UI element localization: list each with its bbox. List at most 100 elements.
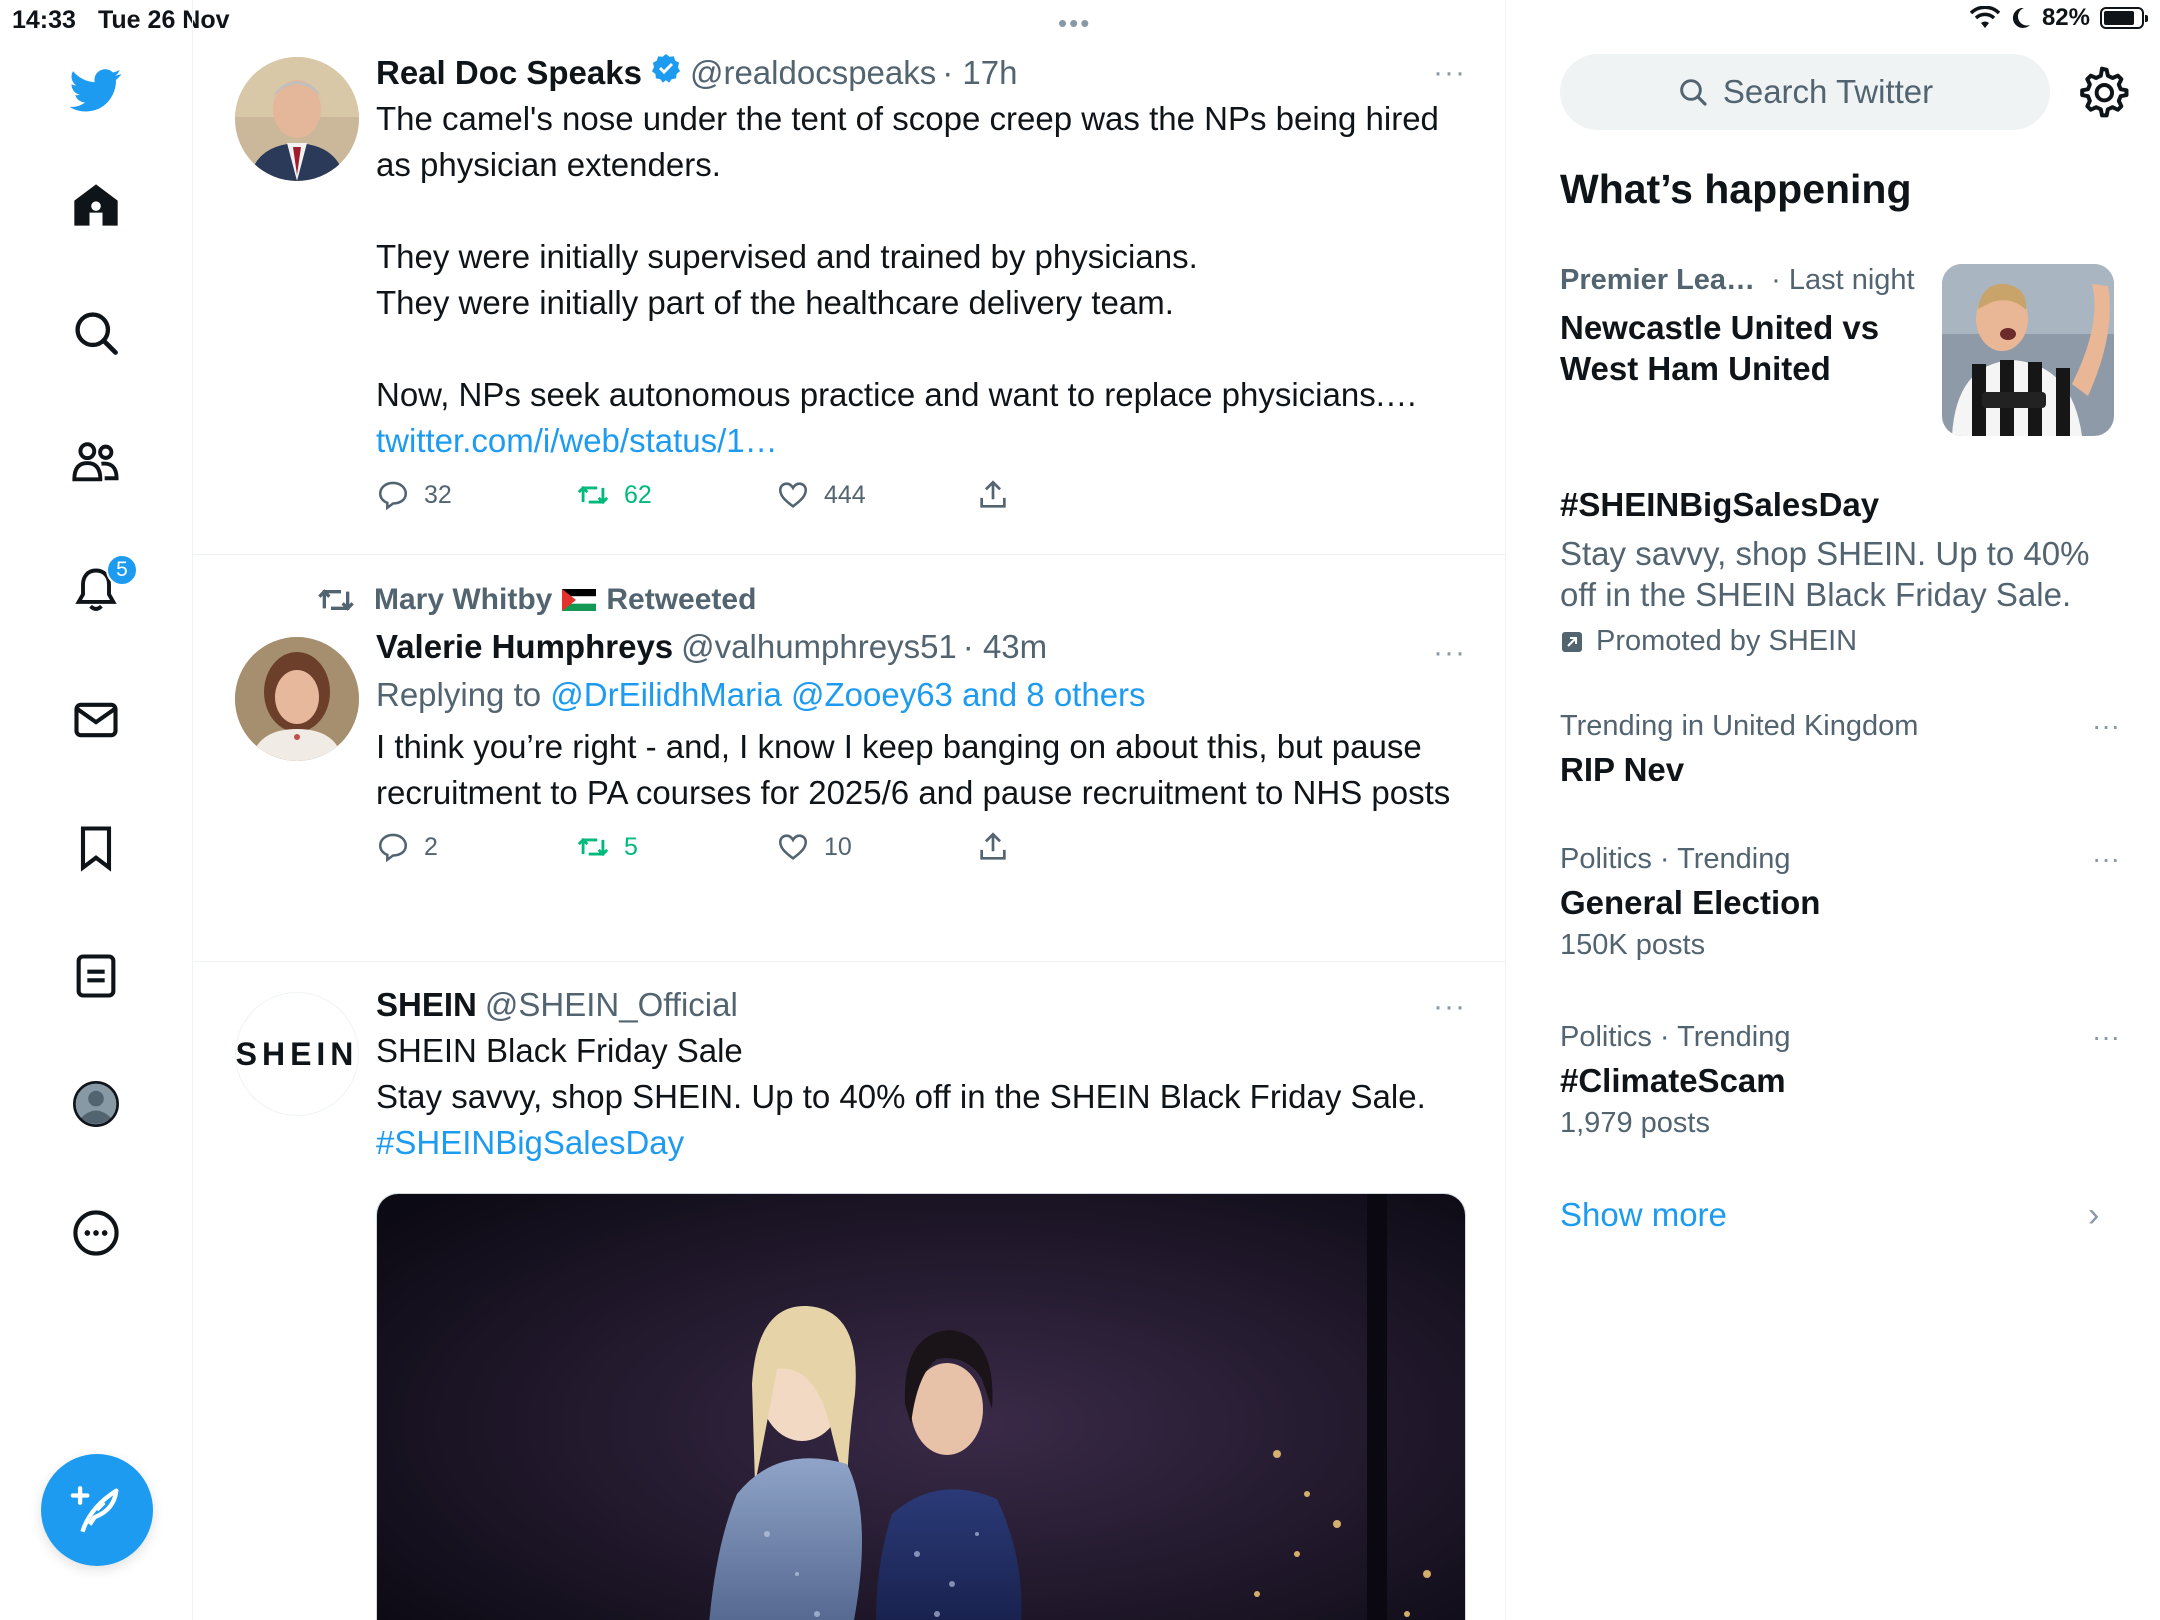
reply-count: 32 (424, 480, 452, 509)
bookmarks-icon[interactable] (56, 808, 136, 888)
tweet-timestamp[interactable]: · 43m (963, 628, 1047, 666)
tweet-text-line1: SHEIN Black Friday Sale (376, 1032, 743, 1069)
tweet-link[interactable]: twitter.com/i/web/status/1… (376, 418, 1456, 464)
tweet-author-name[interactable]: Valerie Humphreys (376, 628, 673, 666)
like-button[interactable]: 444 (776, 478, 976, 512)
settings-gear-icon[interactable] (2074, 64, 2130, 120)
share-button[interactable] (976, 830, 1176, 864)
tweet-text: I think you’re right - and, I know I kee… (376, 728, 1451, 811)
retweet-icon (577, 837, 609, 857)
trend-meta: Trending in United Kingdom (1560, 710, 1919, 742)
tweet-header: Valerie Humphreys @valhumphreys51 · 43m (376, 628, 1456, 666)
tweet-body: SHEIN @SHEIN_Official SHEIN Black Friday… (376, 986, 1456, 1166)
tweet-actions: 2 5 10 (376, 830, 1456, 864)
tweet-media-video[interactable] (376, 1193, 1466, 1620)
replying-to-prefix: Replying to (376, 676, 551, 713)
promoted-trend-item[interactable]: #SHEINBigSalesDay Stay savvy, shop SHEIN… (1560, 484, 2120, 658)
retweet-button[interactable]: 5 (576, 830, 776, 864)
tweet-avatar[interactable] (235, 637, 359, 761)
tweet-realdocspeaks[interactable]: Real Doc Speaks @realdocspeaks · 17h The… (193, 0, 1505, 555)
compose-tweet-button[interactable] (41, 1454, 153, 1566)
replying-to-users[interactable]: @DrEilidhMaria @Zooey63 and 8 others (550, 676, 1145, 714)
trend-time: · Last night (1771, 264, 1915, 296)
show-more-link[interactable]: Show more (1560, 1196, 1727, 1234)
tweet-author-name[interactable]: Real Doc Speaks (376, 54, 642, 92)
notifications-icon[interactable]: 5 (56, 550, 138, 630)
trend-post-count: 150K posts (1560, 929, 1706, 961)
trend-title: #SHEINBigSalesDay (1560, 486, 1880, 523)
trend-thumbnail-image[interactable] (1942, 264, 2114, 436)
tweet-avatar[interactable]: SHEIN (235, 992, 359, 1116)
messages-icon[interactable] (56, 680, 136, 760)
left-navigation: 5 (0, 0, 193, 1620)
tweet-avatar[interactable] (235, 57, 359, 181)
trend-description: Stay savvy, shop SHEIN. Up to 40% off in… (1560, 535, 2090, 613)
reply-button[interactable]: 2 (376, 830, 576, 864)
trend-item[interactable]: Politics · Trending #ClimateScam 1,979 p… (1560, 1021, 2120, 1140)
retweet-icon (577, 485, 609, 505)
search-placeholder: Search Twitter (1722, 73, 1934, 110)
tweet-hashtag[interactable]: #SHEINBigSalesDay (376, 1120, 1456, 1166)
tweet-more-icon[interactable]: ··· (1433, 990, 1466, 1024)
trend-title: Newcastle United vs West Ham United (1560, 309, 1880, 387)
shein-logo-text: SHEIN (235, 1035, 359, 1072)
tweet-header: Real Doc Speaks @realdocspeaks · 17h (376, 52, 1456, 92)
retweeted-label: Retweeted (606, 583, 757, 616)
retweet-button[interactable]: 62 (576, 478, 776, 512)
timeline-feed: Real Doc Speaks @realdocspeaks · 17h The… (193, 0, 1506, 1620)
tweet-actions: 32 62 444 (376, 478, 1456, 512)
heart-icon (778, 482, 808, 508)
retweet-small-icon (318, 589, 354, 611)
tweet-timestamp[interactable]: · 17h (942, 54, 1017, 92)
communities-icon[interactable] (56, 422, 136, 502)
like-count: 10 (824, 832, 852, 861)
replying-to-line: Replying to @DrEilidhMaria @Zooey63 and … (376, 676, 1456, 714)
retweet-count: 5 (624, 832, 638, 861)
trend-item[interactable]: Politics · Trending General Election 150… (1560, 843, 2120, 962)
retweeted-by-line[interactable]: Mary Whitby Retweeted (316, 580, 756, 620)
reply-icon (378, 481, 408, 511)
profile-avatar-icon[interactable] (56, 1064, 136, 1144)
notifications-badge: 5 (106, 554, 138, 586)
like-button[interactable]: 10 (776, 830, 976, 864)
tweet-text: The camel's nose under the tent of scope… (376, 100, 1439, 413)
promoted-line: Promoted by SHEIN (1560, 625, 2120, 658)
promoted-by-text: Promoted by SHEIN (1596, 625, 1858, 657)
trend-title: General Election (1560, 884, 1821, 921)
more-options-icon[interactable] (56, 1193, 136, 1273)
right-sidebar: Search Twitter What’s happening Premier … (1506, 0, 2160, 1620)
twitter-logo-icon[interactable] (56, 50, 136, 130)
tweet-valhumphreys51[interactable]: Mary Whitby Retweeted Valerie Humphreys … (193, 555, 1505, 962)
retweeter-name: Mary Whitby (374, 583, 553, 616)
home-icon[interactable] (56, 165, 136, 245)
tweet-author-handle[interactable]: @realdocspeaks (690, 54, 936, 92)
share-button[interactable] (976, 478, 1176, 512)
trend-title: RIP Nev (1560, 751, 1685, 788)
share-icon (980, 480, 1006, 508)
search-bar[interactable]: Search Twitter (1560, 54, 2050, 130)
tweet-author-name[interactable]: SHEIN (376, 986, 477, 1024)
lists-icon[interactable] (56, 936, 136, 1016)
tweet-more-icon[interactable]: ··· (1433, 636, 1466, 670)
trend-more-icon[interactable]: ··· (2092, 710, 2120, 742)
tweet-header: SHEIN @SHEIN_Official (376, 986, 1456, 1024)
palestine-flag-icon (562, 589, 597, 611)
trend-more-icon[interactable]: ··· (2092, 1021, 2120, 1053)
trend-more-icon[interactable]: ··· (2092, 843, 2120, 875)
promoted-icon (1562, 631, 1582, 652)
search-icon[interactable] (56, 293, 136, 373)
trend-meta: Politics · Trending (1560, 843, 1791, 875)
tweet-text-line2: Stay savvy, shop SHEIN. Up to 40% off in… (376, 1078, 1426, 1115)
chevron-right-icon[interactable]: › (2088, 1196, 2099, 1235)
tweet-shein-promoted[interactable]: SHEIN SHEIN @SHEIN_Official SHEIN Black … (193, 962, 1505, 1620)
whats-happening-heading: What’s happening (1560, 166, 1912, 212)
trend-item[interactable]: Trending in United Kingdom RIP Nev ··· (1560, 710, 2120, 790)
tweet-more-icon[interactable]: ··· (1433, 56, 1466, 90)
tweet-body: Valerie Humphreys @valhumphreys51 · 43m … (376, 628, 1456, 864)
tweet-author-handle[interactable]: @valhumphreys51 (681, 628, 957, 666)
trend-meta: Politics · Trending (1560, 1021, 1791, 1053)
trend-post-count: 1,979 posts (1560, 1107, 1710, 1139)
tweet-author-handle[interactable]: @SHEIN_Official (485, 986, 738, 1024)
reply-button[interactable]: 32 (376, 478, 576, 512)
share-icon (980, 832, 1006, 860)
